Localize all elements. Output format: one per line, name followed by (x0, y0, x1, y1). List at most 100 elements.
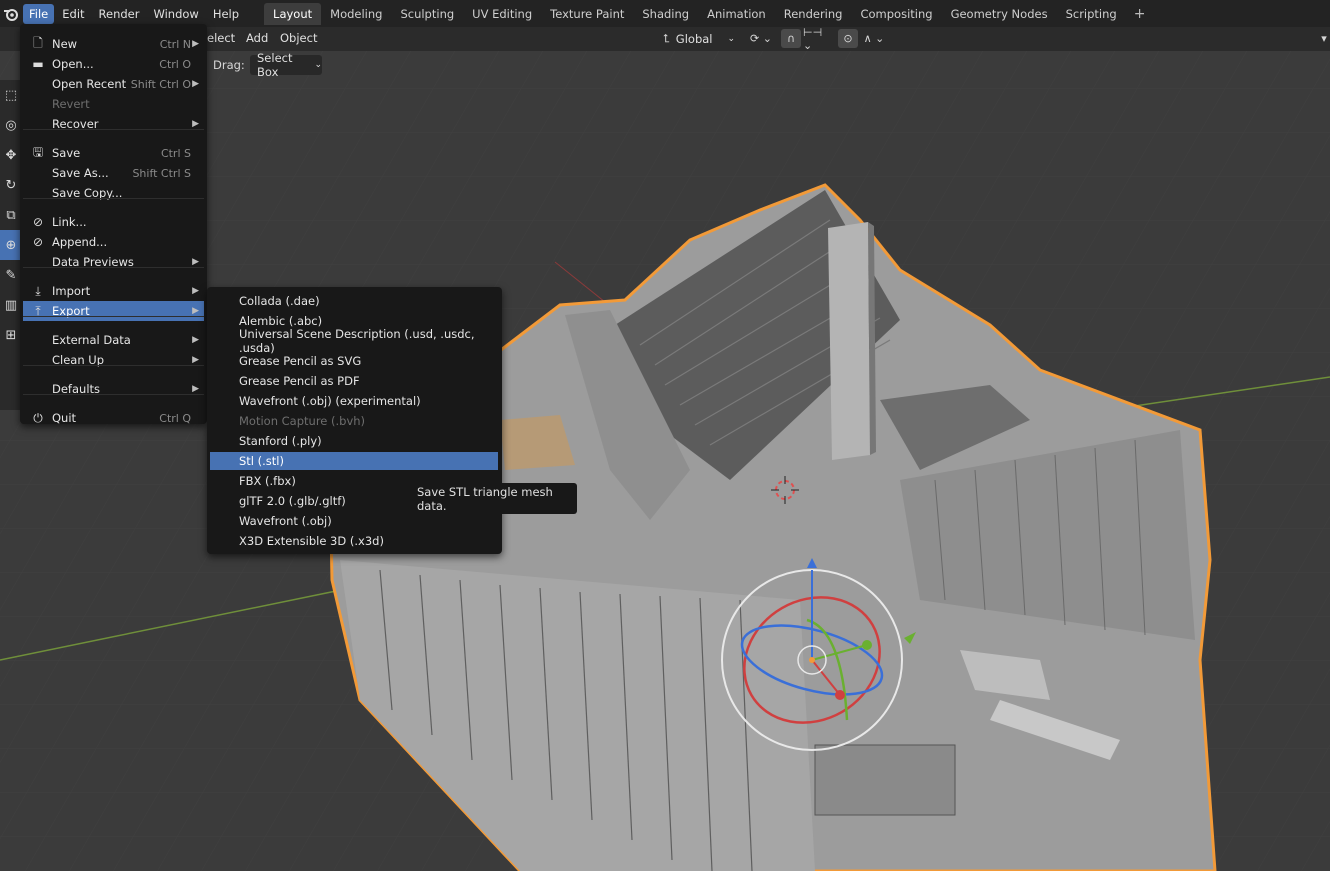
export-item-motion-capture-bvh: Motion Capture (.bvh) (210, 412, 498, 430)
file-menu-item-data-previews[interactable]: Data Previews ▶ (23, 252, 204, 272)
export-item-label: FBX (.fbx) (239, 474, 296, 488)
select-tool-icon[interactable]: ⬚ (0, 80, 22, 110)
drag-select-box[interactable]: Select Box ⌄ (250, 51, 322, 79)
file-menu-item-label: Save As... (52, 166, 109, 180)
export-item-universal-scene-description-usd-usdc-usda[interactable]: Universal Scene Description (.usd, .usdc… (210, 327, 498, 355)
file-menu-item-open-recent[interactable]: Open Recent Shift Ctrl O ▶ (23, 74, 204, 94)
file-menu-item-label: Quit (52, 411, 77, 425)
link-icon: ⊘ (32, 215, 44, 229)
transform-orientation-select[interactable]: ⮤ Global ⌄ (660, 29, 738, 48)
file-menu-item-save-copy[interactable]: Save Copy... (23, 183, 204, 203)
submenu-arrow-icon: ▶ (192, 355, 199, 365)
chevron-down-icon: ⌄ (727, 33, 735, 44)
file-menu-item-append[interactable]: ⊘ Append... (23, 232, 204, 252)
submenu-arrow-icon: ▶ (192, 306, 199, 316)
tab-rendering[interactable]: Rendering (775, 3, 852, 25)
add-menu[interactable]: Add (246, 31, 268, 45)
export-item-label: Grease Pencil as SVG (239, 354, 362, 368)
tab-uv-editing[interactable]: UV Editing (463, 3, 541, 25)
export-item-grease-pencil-as-svg[interactable]: Grease Pencil as SVG (210, 352, 498, 370)
export-item-label: Stl (.stl) (239, 454, 284, 468)
shortcut-label: Shift Ctrl O (130, 77, 191, 91)
menu-separator (23, 394, 204, 395)
tab-shading[interactable]: Shading (633, 3, 698, 25)
snap-target-icon[interactable]: ⊢⊣ ⌄ (803, 26, 833, 52)
export-item-x3d-extensible-3d-x3d[interactable]: X3D Extensible 3D (.x3d) (210, 532, 498, 550)
falloff-icon[interactable]: ∧ ⌄ (860, 29, 888, 48)
export-item-stanford-ply[interactable]: Stanford (.ply) (210, 432, 498, 450)
file-menu-item-recover[interactable]: Recover ▶ (23, 114, 204, 134)
append-icon: ⊘ (32, 235, 44, 249)
save-icon: 🖫 (32, 144, 44, 159)
file-menu-item-external-data[interactable]: External Data ▶ (23, 330, 204, 350)
menu-edit[interactable]: Edit (56, 4, 90, 24)
export-item-stl-stl[interactable]: Stl (.stl) (210, 452, 498, 470)
file-menu-dropdown: 🗋 New Ctrl N ▶ ▬ Open... Ctrl O Open Recent Shif… (20, 24, 207, 425)
file-menu-item-import[interactable]: ⤓ Import ▶ (23, 281, 204, 301)
shortcut-label: Ctrl O (159, 57, 191, 71)
file-menu-item-open[interactable]: ▬ Open... Ctrl O (23, 54, 204, 74)
tab-compositing[interactable]: Compositing (851, 3, 941, 25)
export-item-wavefront-obj-experimental[interactable]: Wavefront (.obj) (experimental) (210, 392, 498, 410)
menu-file[interactable]: File (23, 3, 55, 24)
header-overflow-icon[interactable]: ▾ (1318, 29, 1330, 48)
add-workspace-button[interactable]: + (1126, 6, 1154, 22)
menu-render[interactable]: Render (93, 4, 146, 24)
chevron-down-icon: ⌄ (314, 60, 322, 70)
file-menu-item-link[interactable]: ⊘ Link... (23, 212, 204, 232)
snap-icon[interactable]: ∩ (781, 29, 801, 48)
export-item-label: glTF 2.0 (.glb/.gltf) (239, 494, 346, 508)
tab-modeling[interactable]: Modeling (321, 3, 391, 25)
tab-animation[interactable]: Animation (698, 3, 775, 25)
proportional-edit-icon[interactable]: ⊙ (838, 29, 858, 48)
file-menu-item-label: Revert (52, 97, 90, 111)
file-menu-item-save-as[interactable]: Save As... Shift Ctrl S (23, 163, 204, 183)
orientation-value: Global (675, 31, 713, 46)
file-menu-item-label: Append... (52, 235, 108, 249)
file-menu-item-save[interactable]: 🖫 Save Ctrl S (23, 143, 204, 163)
select-menu[interactable]: elect (207, 31, 235, 45)
tooltip: Save STL triangle mesh data. (405, 483, 577, 514)
pivot-point-icon[interactable]: ⟳ ⌄ (746, 29, 776, 48)
file-menu-item-export[interactable]: ⤒ Export ▶ (23, 301, 204, 321)
annotate-tool-icon[interactable]: ✎ (0, 260, 22, 290)
export-item-wavefront-obj[interactable]: Wavefront (.obj) (210, 512, 498, 530)
menu-separator (23, 198, 204, 199)
submenu-arrow-icon: ▶ (192, 257, 199, 267)
menu-window[interactable]: Window (147, 4, 204, 24)
transform-tool-icon[interactable]: ⊕ (0, 230, 22, 260)
rotate-tool-icon[interactable]: ↻ (0, 170, 22, 200)
drag-value: Select Box (257, 51, 293, 79)
drag-label: Drag: (213, 58, 245, 72)
blender-logo-icon[interactable] (2, 5, 20, 23)
file-menu-item-new[interactable]: 🗋 New Ctrl N ▶ (23, 34, 204, 54)
folder-icon: ▬ (32, 57, 44, 71)
tab-texture-paint[interactable]: Texture Paint (541, 3, 633, 25)
export-item-label: Universal Scene Description (.usd, .usdc… (239, 327, 475, 355)
measure-tool-icon[interactable]: ▥ (0, 290, 22, 320)
tab-layout[interactable]: Layout (264, 2, 322, 25)
export-item-label: Motion Capture (.bvh) (239, 414, 366, 428)
file-menu-item-quit[interactable]: ⏻ Quit Ctrl Q (23, 408, 204, 428)
tab-geometry-nodes[interactable]: Geometry Nodes (942, 3, 1057, 25)
tab-scripting[interactable]: Scripting (1057, 3, 1126, 25)
export-item-label: Collada (.dae) (239, 294, 320, 308)
file-menu-item-label: Open Recent (52, 77, 127, 91)
tooltip-text: Save STL triangle mesh data. (417, 484, 553, 513)
add-cube-tool-icon[interactable]: ⊞ (0, 320, 22, 350)
export-item-collada-dae[interactable]: Collada (.dae) (210, 292, 498, 310)
tab-sculpting[interactable]: Sculpting (391, 3, 463, 25)
file-menu-item-clean-up[interactable]: Clean Up ▶ (23, 350, 204, 370)
submenu-arrow-icon: ▶ (192, 335, 199, 345)
cursor-tool-icon[interactable]: ◎ (0, 110, 22, 140)
file-menu-item-defaults[interactable]: Defaults ▶ (23, 379, 204, 399)
export-item-grease-pencil-as-pdf[interactable]: Grease Pencil as PDF (210, 372, 498, 390)
object-menu[interactable]: Object (280, 31, 317, 45)
move-tool-icon[interactable]: ✥ (0, 140, 22, 170)
scale-tool-icon[interactable]: ⧉ (0, 200, 22, 230)
import-icon: ⤓ (35, 283, 41, 298)
submenu-arrow-icon: ▶ (192, 39, 199, 49)
shortcut-label: Ctrl S (160, 146, 191, 160)
file-menu-item-label: New (52, 37, 78, 51)
menu-help[interactable]: Help (207, 4, 245, 24)
